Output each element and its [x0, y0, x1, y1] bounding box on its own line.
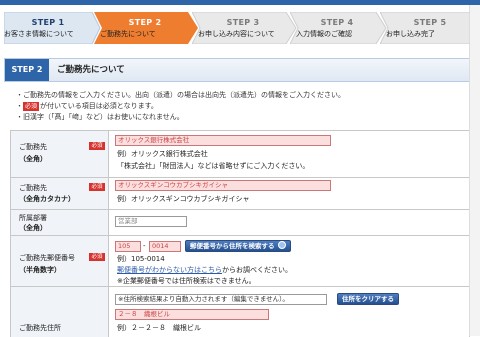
- step-1-number: STEP 1: [31, 18, 65, 27]
- section-header: STEP 2 ご勤務先について: [4, 58, 472, 82]
- employer-form: ご勤務先 （全角） 必須 オリックス銀行株式会社 例）オリックス銀行株式会社 「…: [10, 130, 470, 337]
- postal-search-label: 郵便番号から住所を検索する: [190, 242, 275, 250]
- company-kana-label: ご勤務先: [19, 184, 47, 192]
- step-3: STEP 3 お申し込み内容について: [192, 12, 297, 44]
- note-2-text: が付いている項目は必須となります。: [40, 102, 158, 110]
- address-example: 例）２－２－８ 織根ビル: [117, 324, 201, 332]
- section-title: ご勤務先について: [57, 65, 125, 75]
- row-company-body: オリックス銀行株式会社 例）オリックス銀行株式会社 「株式会社」「財団法人」など…: [115, 131, 469, 177]
- row-company-header: ご勤務先 （全角） 必須: [11, 131, 109, 177]
- row-postal-body: 105 - 0014 郵便番号から住所を検索する 例）105-0014 郵便番号…: [115, 236, 469, 286]
- required-badge: 必須: [89, 183, 105, 191]
- step-2-label: ご勤務先について: [100, 30, 156, 38]
- vertical-scrollbar[interactable]: [469, 5, 480, 336]
- note-3-text: 旧漢字（「髙」「﨑」など）はお使いになれません。: [23, 113, 184, 121]
- step-4: STEP 4 入力情報のご確認: [290, 12, 387, 44]
- department-input[interactable]: 営業部: [115, 216, 187, 227]
- section-step-badge: STEP 2: [5, 59, 49, 81]
- department-sublabel: （全角）: [19, 224, 47, 232]
- required-badge: 必須: [89, 253, 105, 261]
- step-1: STEP 1 お客さま情報について: [4, 12, 101, 44]
- postal-code-first[interactable]: 105: [115, 241, 141, 252]
- step-3-shape: [192, 12, 297, 44]
- step-1-label: お客さま情報について: [4, 30, 74, 38]
- postal-note: ※企業郵便番号では住所検索はできません。: [117, 277, 256, 285]
- row-company: ご勤務先 （全角） 必須 オリックス銀行株式会社 例）オリックス銀行株式会社 「…: [11, 131, 469, 178]
- step-3-number: STEP 3: [226, 18, 260, 27]
- instructions: ・ご勤務先の情報をご入力ください。出向（派遣）の場合は出向先（派遣先）の情報をご…: [16, 90, 466, 123]
- row-address-header: ご勤務先住所: [11, 287, 109, 337]
- required-badge: 必須: [89, 142, 105, 150]
- step-2-number: STEP 2: [128, 18, 162, 27]
- address-label: ご勤務先住所: [19, 324, 61, 332]
- postal-help-suffix: からお調べください。: [222, 266, 292, 274]
- postal-example: 例）105-0014: [117, 255, 165, 263]
- step-progress: STEP 1 お客さま情報について STEP 2 ご勤務先について STEP 3 お申…: [4, 12, 476, 44]
- postal-lookup-link[interactable]: 郵便番号がわからない方はこちら: [117, 266, 222, 274]
- step-4-number: STEP 4: [320, 18, 354, 27]
- row-department: 所属部署 （全角） 営業部: [11, 210, 469, 236]
- postal-search-button[interactable]: 郵便番号から住所を検索する: [185, 240, 291, 252]
- company-kana-sublabel: （全角カタカナ）: [19, 195, 75, 203]
- company-input[interactable]: オリックス銀行株式会社: [115, 135, 331, 146]
- postal-separator: -: [143, 242, 146, 250]
- company-label: ご勤務先: [19, 143, 47, 151]
- company-example: 例）オリックス銀行株式会社: [117, 150, 208, 158]
- row-company-kana-body: オリックスギンコウカブシキガイシャ 例）オリックスギンコウカブシキガイシャ: [115, 178, 469, 209]
- company-kana-input[interactable]: オリックスギンコウカブシキガイシャ: [115, 180, 331, 191]
- row-department-body: 営業部: [115, 210, 469, 235]
- note-3: ・旧漢字（「髙」「﨑」など）はお使いになれません。: [16, 113, 184, 121]
- company-hint: 「株式会社」「財団法人」などは省略せずにご入力ください。: [117, 162, 310, 170]
- postal-code-second[interactable]: 0014: [149, 241, 181, 252]
- company-kana-example: 例）オリックスギンコウカブシキガイシャ: [117, 195, 250, 203]
- magnifier-icon: [277, 241, 286, 249]
- row-department-header: 所属部署 （全角）: [11, 210, 109, 235]
- step-5: STEP 5 お申し込み完了: [380, 12, 476, 44]
- address-input[interactable]: ２－８ 織根ビル: [115, 309, 269, 320]
- row-company-kana: ご勤務先 （全角カタカナ） 必須 オリックスギンコウカブシキガイシャ 例）オリッ…: [11, 178, 469, 210]
- step-5-number: STEP 5: [413, 18, 447, 27]
- postal-label: ご勤務先郵便番号: [19, 254, 75, 262]
- top-brand-bar: [0, 0, 480, 5]
- address-auto-field: ※住所検索結果より自動入力されます（編集できません）。: [115, 294, 327, 305]
- company-sublabel: （全角）: [19, 155, 47, 163]
- step-4-shape: [290, 12, 387, 44]
- note-1: ・ご勤務先の情報をご入力ください。出向（派遣）の場合は出向先（派遣先）の情報をご…: [16, 91, 345, 99]
- row-address: ご勤務先住所 ※住所検索結果より自動入力されます（編集できません）。 住所をクリ…: [11, 287, 469, 337]
- department-label: 所属部署: [19, 214, 47, 222]
- postal-sublabel: （半角数字）: [19, 266, 61, 274]
- note-1-text: ご勤務先の情報をご入力ください。出向（派遣）の場合は出向先（派遣先）の情報をご入…: [23, 91, 345, 99]
- step-4-label: 入力情報のご確認: [296, 30, 352, 38]
- row-company-kana-header: ご勤務先 （全角カタカナ） 必須: [11, 178, 109, 209]
- row-postal-header: ご勤務先郵便番号 （半角数字） 必須: [11, 236, 109, 286]
- step-5-shape: [380, 12, 476, 44]
- postal-help: 郵便番号がわからない方はこちらからお調べください。: [117, 265, 292, 275]
- row-address-body: ※住所検索結果より自動入力されます（編集できません）。 住所をクリアする ２－８…: [115, 287, 469, 337]
- step-3-label: お申し込み内容について: [198, 30, 275, 38]
- required-badge: 必須: [23, 102, 40, 111]
- note-2: ・必須 が付いている項目は必須となります。: [16, 102, 158, 111]
- step-1-shape: [4, 12, 101, 44]
- step-5-label: お申し込み完了: [386, 30, 435, 38]
- step-2-shape: [94, 12, 198, 44]
- step-2: STEP 2 ご勤務先について: [94, 12, 198, 44]
- row-postal: ご勤務先郵便番号 （半角数字） 必須 105 - 0014 郵便番号から住所を検…: [11, 236, 469, 287]
- clear-address-button[interactable]: 住所をクリアする: [337, 293, 399, 305]
